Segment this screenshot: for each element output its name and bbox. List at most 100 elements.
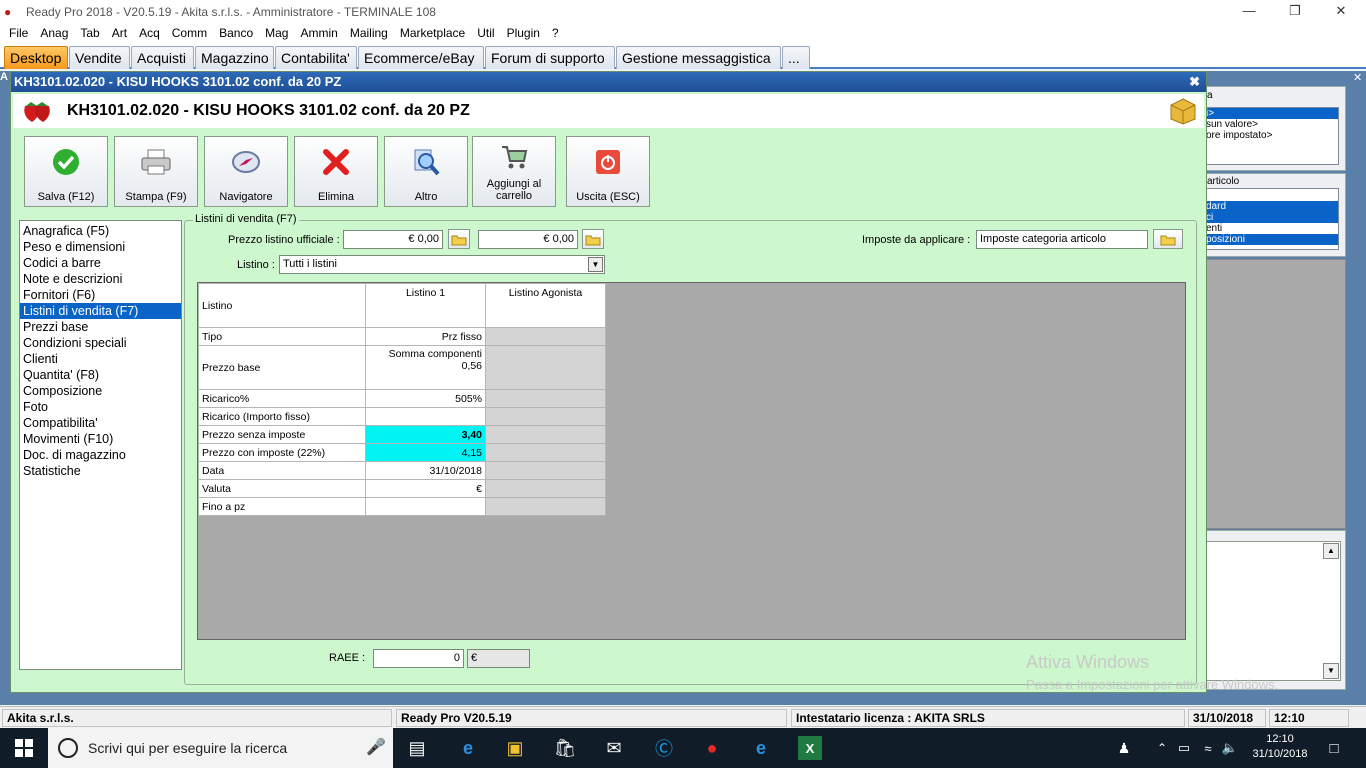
cell-listino-1[interactable]: 505%: [365, 389, 486, 408]
right-list-1-item[interactable]: sun valore>: [1206, 119, 1338, 130]
right-list-2-item[interactable]: ci: [1206, 212, 1338, 223]
windows-start-icon[interactable]: [12, 736, 36, 760]
cell-listino-1[interactable]: 31/10/2018: [365, 461, 486, 480]
menu-art[interactable]: Art: [106, 23, 133, 43]
cell-listino-1[interactable]: 4,15: [365, 443, 486, 462]
notifications-icon[interactable]: □: [1322, 736, 1346, 760]
nav-item-foto[interactable]: Foto: [20, 399, 181, 415]
right-list-2-item[interactable]: enti: [1206, 223, 1338, 234]
official-price-folder-button-1[interactable]: [448, 229, 470, 249]
nav-item-note[interactable]: Note e descrizioni: [20, 271, 181, 287]
official-price-field-2[interactable]: € 0,00: [478, 230, 578, 249]
menu-ammin[interactable]: Ammin: [294, 23, 343, 43]
save-button[interactable]: Salva (F12): [24, 136, 108, 207]
menu-mailing[interactable]: Mailing: [344, 23, 394, 43]
nav-item-composizione[interactable]: Composizione: [20, 383, 181, 399]
cell-listino-agonista[interactable]: [485, 461, 606, 480]
store-icon[interactable]: 🛍: [553, 736, 577, 760]
nav-item-prezzi-base[interactable]: Prezzi base: [20, 319, 181, 335]
menu-acq[interactable]: Acq: [133, 23, 166, 43]
file-explorer-icon[interactable]: ▣: [503, 736, 527, 760]
wifi-icon[interactable]: ≈: [1196, 736, 1220, 760]
delete-button[interactable]: Elimina: [294, 136, 378, 207]
nav-item-clienti[interactable]: Clienti: [20, 351, 181, 367]
right-list-1[interactable]: i> sun valore> ore impostato>: [1205, 107, 1339, 165]
column-header-listino-1[interactable]: Listino 1: [365, 283, 486, 328]
tab-more[interactable]: ...: [782, 46, 810, 69]
cell-listino-agonista[interactable]: [485, 327, 606, 346]
cell-listino-agonista[interactable]: [485, 479, 606, 498]
menu-anag[interactable]: Anag: [34, 23, 74, 43]
tab-magazzino[interactable]: Magazzino: [195, 46, 274, 69]
cell-listino-1[interactable]: Somma componenti 0,56: [365, 345, 486, 390]
internet-explorer-icon[interactable]: e: [749, 736, 773, 760]
listino-select[interactable]: Tutti i listini ▼: [279, 255, 605, 274]
nav-item-listini[interactable]: Listini di vendita (F7): [20, 303, 181, 319]
tab-forum[interactable]: Forum di supporto: [485, 46, 615, 69]
menu-marketplace[interactable]: Marketplace: [394, 23, 471, 43]
chevron-up-icon[interactable]: ⌃: [1150, 736, 1174, 760]
menu-banco[interactable]: Banco: [213, 23, 259, 43]
cell-listino-agonista[interactable]: [485, 407, 606, 426]
nav-item-movimenti[interactable]: Movimenti (F10): [20, 431, 181, 447]
right-list-1-item[interactable]: i>: [1206, 108, 1338, 119]
nav-item-statistiche[interactable]: Statistiche: [20, 463, 181, 479]
microphone-icon[interactable]: 🎤: [366, 728, 386, 768]
other-button[interactable]: Altro: [384, 136, 468, 207]
menu-mag[interactable]: Mag: [259, 23, 294, 43]
edge-icon[interactable]: e: [456, 736, 480, 760]
official-price-field-1[interactable]: € 0,00: [343, 230, 443, 249]
scroll-down-icon[interactable]: ▼: [1323, 663, 1339, 679]
cell-listino-agonista[interactable]: [485, 345, 606, 390]
tab-desktop[interactable]: Desktop: [4, 46, 68, 69]
minimize-button[interactable]: —: [1226, 0, 1272, 23]
chevron-down-icon[interactable]: ▼: [588, 257, 603, 272]
right-list-2-item[interactable]: posizioni: [1206, 234, 1338, 245]
menu-file[interactable]: File: [3, 23, 34, 43]
add-to-cart-button[interactable]: Aggiungi al carrello: [472, 136, 556, 207]
cell-listino-agonista[interactable]: [485, 497, 606, 516]
menu-help[interactable]: ?: [546, 23, 565, 43]
strawberry-icon[interactable]: ●: [700, 736, 724, 760]
nav-item-compatibilita[interactable]: Compatibilita': [20, 415, 181, 431]
taskbar-clock[interactable]: 12:10 31/10/2018: [1248, 732, 1312, 762]
close-button[interactable]: ✕: [1318, 0, 1364, 23]
nav-item-condizioni[interactable]: Condizioni speciali: [20, 335, 181, 351]
cell-listino-1[interactable]: 3,40: [365, 425, 486, 444]
column-header-listino-agonista[interactable]: Listino Agonista: [485, 283, 606, 328]
taxes-field[interactable]: Imposte categoria articolo: [976, 230, 1148, 249]
excel-icon[interactable]: X: [798, 736, 822, 760]
cell-listino-agonista[interactable]: [485, 389, 606, 408]
nav-item-doc-magazzino[interactable]: Doc. di magazzino: [20, 447, 181, 463]
menu-comm[interactable]: Comm: [166, 23, 213, 43]
nav-item-anagrafica[interactable]: Anagrafica (F5): [20, 223, 181, 239]
cell-listino-1[interactable]: [365, 497, 486, 516]
menu-plugin[interactable]: Plugin: [501, 23, 546, 43]
right-list-2[interactable]: dard ci enti posizioni: [1205, 188, 1339, 250]
navigator-button[interactable]: Navigatore: [204, 136, 288, 207]
exit-button[interactable]: Uscita (ESC): [566, 136, 650, 207]
tab-ecommerce[interactable]: Ecommerce/eBay: [358, 46, 484, 69]
cell-listino-1[interactable]: [365, 407, 486, 426]
cell-listino-agonista[interactable]: [485, 425, 606, 444]
tab-acquisti[interactable]: Acquisti: [131, 46, 194, 69]
tab-messaggistica[interactable]: Gestione messaggistica: [616, 46, 781, 69]
nav-item-fornitori[interactable]: Fornitori (F6): [20, 287, 181, 303]
cell-listino-agonista[interactable]: [485, 443, 606, 462]
nav-item-codici[interactable]: Codici a barre: [20, 255, 181, 271]
print-button[interactable]: Stampa (F9): [114, 136, 198, 207]
right-list-2-item[interactable]: dard: [1206, 201, 1338, 212]
taxes-folder-button[interactable]: [1153, 229, 1183, 249]
mail-icon[interactable]: ✉: [602, 736, 626, 760]
menu-util[interactable]: Util: [471, 23, 500, 43]
restore-button[interactable]: ❐: [1272, 0, 1318, 23]
battery-icon[interactable]: ▭: [1172, 736, 1196, 760]
skype-icon[interactable]: Ⓒ: [652, 736, 676, 760]
people-icon[interactable]: ♟: [1112, 736, 1136, 760]
scroll-up-icon[interactable]: ▲: [1323, 543, 1339, 559]
nav-item-quantita[interactable]: Quantita' (F8): [20, 367, 181, 383]
task-view-icon[interactable]: ▤: [405, 736, 429, 760]
cell-listino-1[interactable]: Prz fisso: [365, 327, 486, 346]
taskbar-search[interactable]: Scrivi qui per eseguire la ricerca 🎤: [48, 728, 393, 768]
official-price-folder-button-2[interactable]: [582, 229, 604, 249]
